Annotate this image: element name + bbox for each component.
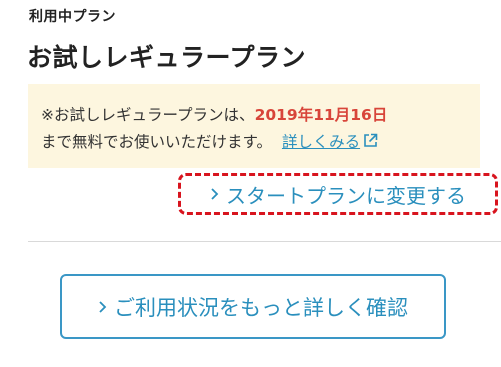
trial-notice: ※お試しレギュラープランは、2019年11月16日 まで無料でお使いいただけます…: [28, 84, 480, 168]
trial-notice-line-1: ※お試しレギュラープランは、2019年11月16日: [41, 102, 480, 129]
details-link[interactable]: 詳しくみる: [282, 133, 378, 151]
trial-notice-text-2: まで無料でお使いいただけます。: [41, 133, 272, 151]
details-link-label: 詳しくみる: [281, 133, 361, 151]
trial-notice-text: ※お試しレギュラープランは、: [41, 106, 255, 124]
section-divider: [28, 241, 501, 242]
plan-name-heading: お試しレギュラープラン: [27, 43, 307, 72]
current-plan-label: 利用中プラン: [29, 9, 116, 25]
external-link-icon: [363, 130, 378, 157]
usage-details-label: ご利用状況をもっと詳しく確認: [114, 295, 408, 320]
trial-end-date: 2019年11月16日: [254, 106, 388, 124]
plan-panel: 利用中プラン お試しレギュラープラン ※お試しレギュラープランは、2019年11…: [0, 0, 501, 367]
change-plan-label: スタートプランに変更する: [226, 183, 466, 208]
change-to-start-plan-link[interactable]: スタートプランに変更する: [178, 173, 498, 215]
chevron-right-icon: [98, 295, 108, 319]
usage-details-button[interactable]: ご利用状況をもっと詳しく確認: [60, 274, 446, 339]
trial-notice-line-2: まで無料でお使いいただけます。 詳しくみる: [41, 129, 480, 157]
chevron-right-icon: [210, 182, 220, 206]
